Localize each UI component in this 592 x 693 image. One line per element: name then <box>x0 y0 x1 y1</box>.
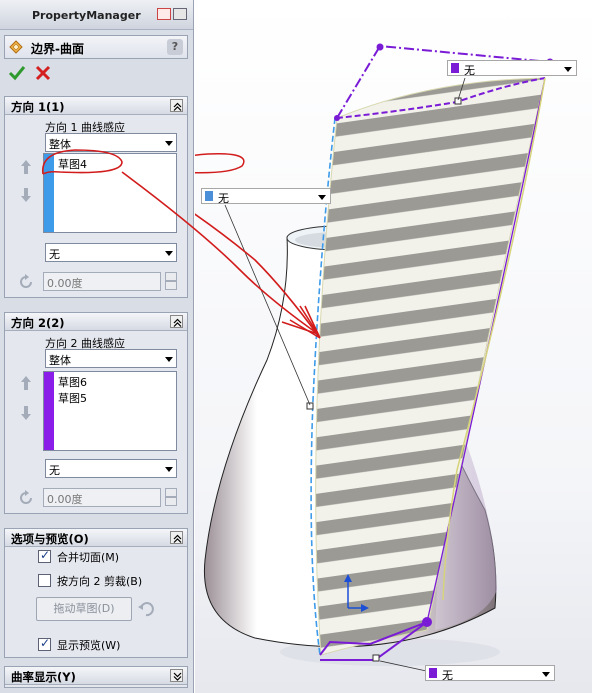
trim-direction2-label: 按方向 2 剪裁(B) <box>57 575 143 588</box>
trim-direction2-checkbox[interactable] <box>38 574 51 587</box>
callout-bottom-select[interactable]: 无 <box>425 665 555 682</box>
chevron-down-icon <box>165 357 173 362</box>
direction1-group: 方向 1(1) 方向 1 曲线感应 整体 草图4 无 0.00度 <box>4 96 188 298</box>
list-item[interactable]: 草图4 <box>58 156 87 172</box>
property-manager-titlebar: PropertyManager <box>0 0 193 30</box>
callout-color-swatch <box>205 191 213 201</box>
direction2-color-bar <box>44 372 54 450</box>
arrow-down-icon[interactable] <box>19 405 33 421</box>
feature-title: 边界-曲面 <box>31 42 84 56</box>
direction1-curve-list[interactable]: 草图4 <box>43 153 177 233</box>
connector-handle[interactable] <box>372 654 380 662</box>
direction2-angle-spinner[interactable] <box>165 488 177 507</box>
chevron-down-icon <box>165 141 173 146</box>
property-manager-panel: PropertyManager 边界-曲面 ? 方向 1(1) 方向 1 曲线感… <box>0 0 194 693</box>
direction1-angle-value: 0.00度 <box>47 277 83 290</box>
direction2-group: 方向 2(2) 方向 2 曲线感应 整体 草图6 草图5 无 0.00度 <box>4 312 188 514</box>
callout-left-select[interactable]: 无 <box>201 188 331 205</box>
direction2-angle-value: 0.00度 <box>47 493 83 506</box>
direction1-angle-input[interactable]: 0.00度 <box>43 272 161 291</box>
direction2-header[interactable]: 方向 2(2) <box>5 313 187 331</box>
reverse-direction-icon[interactable] <box>17 489 35 507</box>
direction1-header-label: 方向 1(1) <box>11 100 65 114</box>
chevron-down-icon <box>318 195 326 200</box>
chevron-down-icon <box>542 672 550 677</box>
direction2-header-label: 方向 2(2) <box>11 316 65 330</box>
drag-sketch-button[interactable]: 拖动草图(D) <box>36 597 132 621</box>
direction1-color-bar <box>44 154 54 232</box>
show-preview-checkbox[interactable] <box>38 636 51 651</box>
graphics-viewport[interactable]: 无 无 无 <box>195 0 592 693</box>
direction2-influence-value: 整体 <box>49 354 71 367</box>
connector-handle[interactable] <box>306 402 314 410</box>
merge-tangent-checkbox[interactable] <box>38 548 51 563</box>
collapse-icon[interactable] <box>170 531 183 544</box>
arrow-up-icon[interactable] <box>19 375 33 391</box>
control-point[interactable] <box>376 43 384 51</box>
callout-bottom-value: 无 <box>442 669 453 682</box>
collapse-icon[interactable] <box>170 315 183 328</box>
chevron-down-icon <box>564 67 572 72</box>
show-preview-label: 显示预览(W) <box>57 639 121 652</box>
direction2-influence-select[interactable]: 整体 <box>45 349 177 368</box>
pin-icon[interactable] <box>157 8 171 20</box>
list-item[interactable]: 草图5 <box>58 390 87 406</box>
feature-header: 边界-曲面 ? <box>4 35 188 59</box>
direction2-curve-list[interactable]: 草图6 草图5 <box>43 371 177 451</box>
boundary-surface-icon <box>9 40 23 54</box>
arrow-up-icon[interactable] <box>19 159 33 175</box>
titlebar-buttons <box>157 8 191 22</box>
chevron-down-icon <box>165 467 173 472</box>
collapse-icon[interactable] <box>170 99 183 112</box>
reverse-direction-icon[interactable] <box>17 273 35 291</box>
direction1-influence-value: 整体 <box>49 138 71 151</box>
options-header-label: 选项与预览(O) <box>11 532 89 546</box>
property-manager-title: PropertyManager <box>32 9 141 22</box>
direction1-tangency-value: 无 <box>49 248 60 261</box>
arrow-down-icon[interactable] <box>19 187 33 203</box>
callout-color-swatch <box>451 63 459 73</box>
callout-top-value: 无 <box>464 64 475 77</box>
direction2-angle-input[interactable]: 0.00度 <box>43 488 161 507</box>
control-point[interactable] <box>334 115 340 121</box>
callout-top-select[interactable]: 无 <box>447 60 577 77</box>
chevron-down-icon <box>165 251 173 256</box>
direction1-angle-spinner[interactable] <box>165 272 177 291</box>
direction2-tangency-value: 无 <box>49 464 60 477</box>
x-icon[interactable] <box>34 64 52 82</box>
expand-icon[interactable] <box>170 669 183 682</box>
float-icon[interactable] <box>173 8 187 20</box>
list-item[interactable]: 草图6 <box>58 374 87 390</box>
help-button[interactable]: ? <box>167 39 183 55</box>
direction2-tangency-select[interactable]: 无 <box>45 459 177 478</box>
callout-left-value: 无 <box>218 192 229 205</box>
options-header[interactable]: 选项与预览(O) <box>5 529 187 547</box>
curvature-group: 曲率显示(Y) <box>4 666 188 688</box>
callout-color-swatch <box>429 668 437 678</box>
control-point[interactable] <box>422 617 432 627</box>
curvature-header-label: 曲率显示(Y) <box>11 670 76 684</box>
model-scene <box>195 0 592 693</box>
direction1-influence-select[interactable]: 整体 <box>45 133 177 152</box>
curvature-header[interactable]: 曲率显示(Y) <box>5 667 187 685</box>
direction1-tangency-select[interactable]: 无 <box>45 243 177 262</box>
check-icon[interactable] <box>8 64 26 82</box>
direction1-header[interactable]: 方向 1(1) <box>5 97 187 115</box>
merge-tangent-label: 合并切面(M) <box>57 551 120 564</box>
undo-icon[interactable] <box>137 600 155 618</box>
